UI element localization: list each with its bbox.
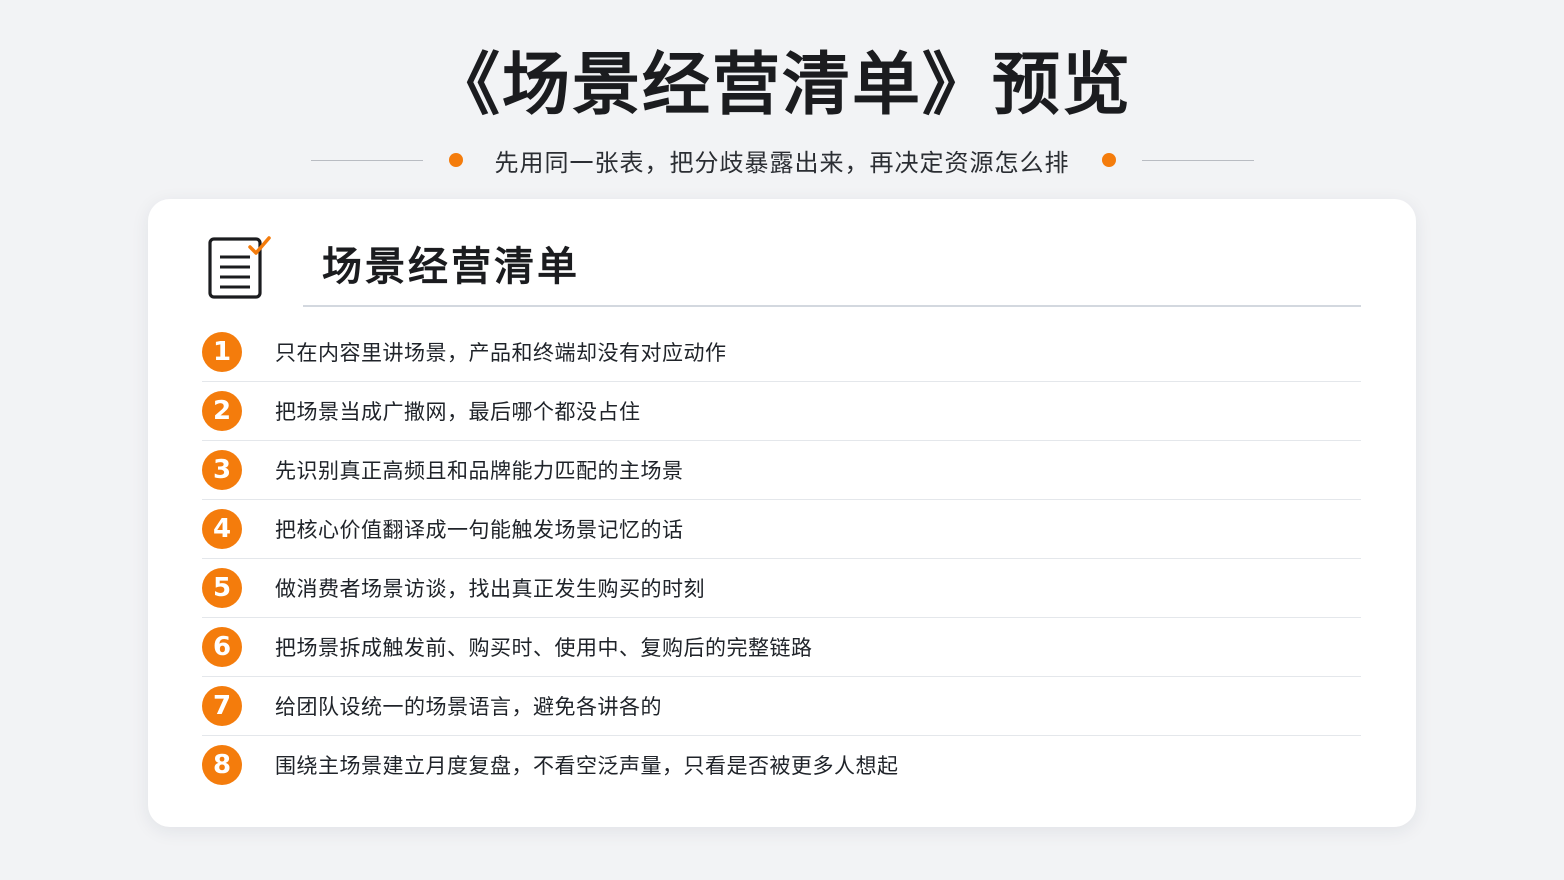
subtitle-row: 先用同一张表，把分歧暴露出来，再决定资源怎么排 xyxy=(0,138,1564,182)
number-badge: 2 xyxy=(202,391,242,431)
list-item-text: 把场景当成广撒网，最后哪个都没占住 xyxy=(275,400,641,424)
list-item: 5 做消费者场景访谈，找出真正发生购买的时刻 xyxy=(202,559,1361,618)
list-item: 7 给团队设统一的场景语言，避免各讲各的 xyxy=(202,677,1361,736)
list-item-text: 围绕主场景建立月度复盘，不看空泛声量，只看是否被更多人想起 xyxy=(275,754,899,778)
number-badge: 6 xyxy=(202,627,242,667)
list-item: 3 先识别真正高频且和品牌能力匹配的主场景 xyxy=(202,441,1361,500)
list-item-text: 做消费者场景访谈，找出真正发生购买的时刻 xyxy=(275,577,705,601)
checklist: 1 只在内容里讲场景，产品和终端却没有对应动作 2 把场景当成广撒网，最后哪个都… xyxy=(202,323,1361,794)
subtitle-right-line xyxy=(1141,159,1254,161)
list-item-text: 把场景拆成触发前、购买时、使用中、复购后的完整链路 xyxy=(275,636,813,660)
list-item: 8 围绕主场景建立月度复盘，不看空泛声量，只看是否被更多人想起 xyxy=(202,736,1361,794)
list-item-text: 只在内容里讲场景，产品和终端却没有对应动作 xyxy=(275,341,727,365)
list-item-text: 给团队设统一的场景语言，避免各讲各的 xyxy=(275,695,662,719)
page-title: 《场景经营清单》预览 xyxy=(431,46,1132,125)
subtitle-right-dot xyxy=(1101,153,1116,167)
subtitle-text: 先用同一张表，把分歧暴露出来，再决定资源怎么排 xyxy=(494,148,1070,177)
card-title: 场景经营清单 xyxy=(322,244,580,290)
card-header: 场景经营清单 xyxy=(148,199,1416,309)
list-item: 6 把场景拆成触发前、购买时、使用中、复购后的完整链路 xyxy=(202,618,1361,677)
number-badge: 1 xyxy=(202,332,242,372)
number-badge: 7 xyxy=(202,686,242,726)
list-item: 2 把场景当成广撒网，最后哪个都没占住 xyxy=(202,382,1361,441)
number-badge: 8 xyxy=(202,745,242,785)
list-item: 1 只在内容里讲场景，产品和终端却没有对应动作 xyxy=(202,323,1361,382)
list-item: 4 把核心价值翻译成一句能触发场景记忆的话 xyxy=(202,500,1361,559)
subtitle-left-dot xyxy=(448,153,463,167)
number-badge: 4 xyxy=(202,509,242,549)
header-divider xyxy=(303,305,1361,307)
checklist-card: 场景经营清单 1 只在内容里讲场景，产品和终端却没有对应动作 2 把场景当成广撒… xyxy=(148,199,1416,827)
subtitle-left-line xyxy=(310,159,423,161)
checklist-icon xyxy=(208,236,271,299)
number-badge: 5 xyxy=(202,568,242,608)
list-item-text: 把核心价值翻译成一句能触发场景记忆的话 xyxy=(275,518,684,542)
list-item-text: 先识别真正高频且和品牌能力匹配的主场景 xyxy=(275,459,684,483)
number-badge: 3 xyxy=(202,450,242,490)
